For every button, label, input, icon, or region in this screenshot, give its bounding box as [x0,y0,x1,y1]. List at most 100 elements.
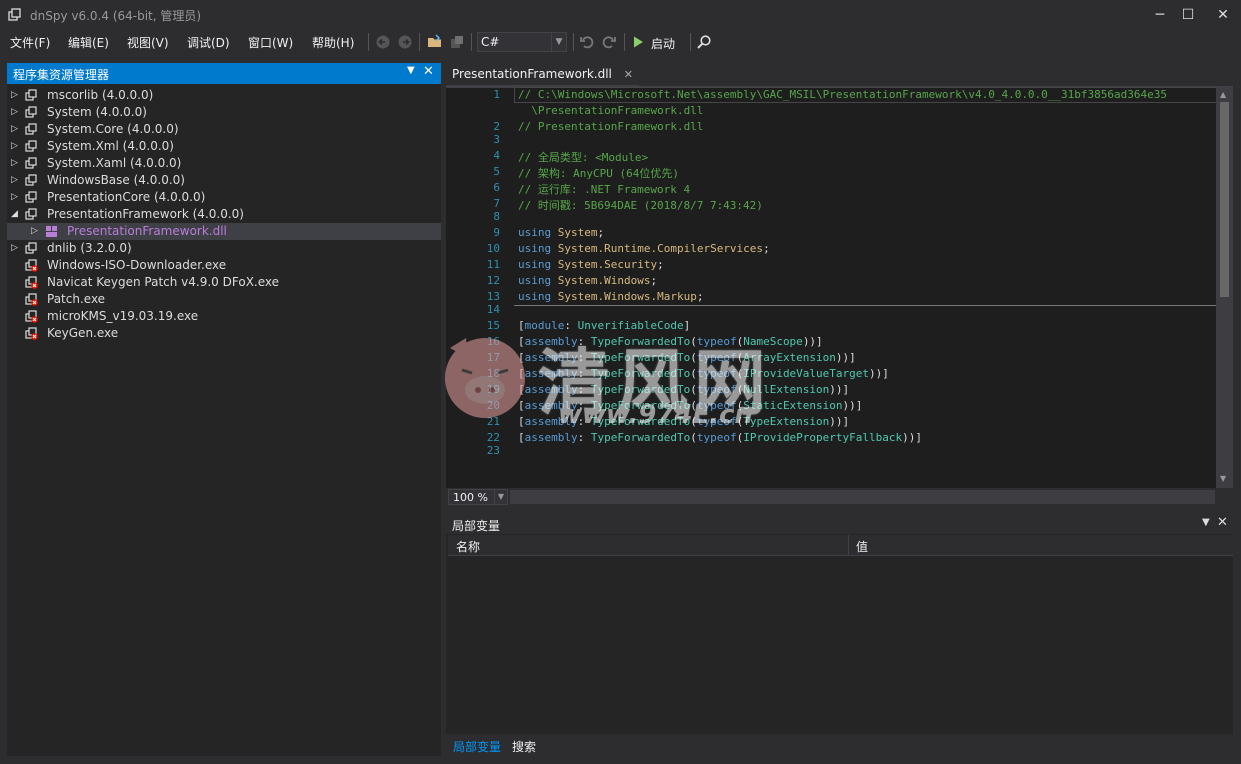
tree-item-microkms-v19-03-19-exe[interactable]: microKMS_v19.03.19.exe [7,308,441,325]
code-line-11: using System.Security; [518,258,664,271]
menu-view[interactable]: 视图(V) [127,34,169,51]
open-folder-icon[interactable] [427,34,443,50]
tree-item-system-xml[interactable]: ▷ System.Xml (4.0.0.0) [7,138,441,155]
expand-arrow-icon[interactable]: ▷ [11,89,21,101]
tree-item-presentationcore[interactable]: ▷ PresentationCore (4.0.0.0) [7,189,441,206]
expand-arrow-icon[interactable]: ▷ [11,157,21,169]
tree-item-system-xaml[interactable]: ▷ System.Xaml (4.0.0.0) [7,155,441,172]
toolbar-separator [624,33,625,51]
chevron-down-icon[interactable]: ▼ [494,490,507,504]
column-divider[interactable] [848,535,849,555]
maximize-button[interactable]: ☐ [1171,0,1205,30]
line-number: 11 [486,258,500,271]
menu-window[interactable]: 窗口(W) [248,34,293,51]
tab-locals[interactable]: 局部变量 [453,738,501,755]
assembly-icon [25,106,37,118]
assembly-icon [25,208,37,220]
code-line-16: [assembly: TypeForwardedTo(typeof(NameSc… [518,335,823,348]
tree-item-keygen-exe[interactable]: KeyGen.exe [7,325,441,342]
toolbar-separator [471,33,472,51]
tree-item-mscorlib[interactable]: ▷ mscorlib (4.0.0.0) [7,87,441,104]
tree-item-dnlib[interactable]: ▷ dnlib (3.2.0.0) [7,240,441,257]
tree-item-version: (4.0.0.0) [192,207,244,221]
window-title: dnSpy v6.0.4 (64-bit, 管理员) [30,9,202,23]
column-header-name[interactable]: 名称 [456,538,480,555]
tree-item-patch-exe[interactable]: Patch.exe [7,291,441,308]
exe-assembly-icon [25,276,38,289]
scroll-up-icon[interactable]: ▲ [1220,90,1226,99]
assembly-icon [25,123,37,135]
vertical-scrollbar[interactable]: ▲ ▼ [1216,88,1233,488]
tree-item-version: (4.0.0.0) [95,105,147,119]
line-number: 8 [493,210,500,223]
tree-item-windowsbase[interactable]: ▷ WindowsBase (4.0.0.0) [7,172,441,189]
tree-item-presentationframework[interactable]: ◢ PresentationFramework (4.0.0.0) [7,206,441,223]
chevron-down-icon[interactable]: ▼ [551,33,566,51]
line-number: 9 [493,226,500,239]
dropdown-icon[interactable]: ▼ [407,65,415,76]
language-select-value: C# [481,35,500,49]
close-icon[interactable]: ✕ [423,64,434,79]
code-line-15: [module: UnverifiableCode] [518,319,691,332]
locals-column-headers: 名称 值 [448,535,1233,556]
navigate-back-icon[interactable] [375,34,391,50]
column-header-value[interactable]: 值 [856,538,868,555]
line-number: 3 [493,133,500,146]
code-line-4: // 全局类型: <Module> [518,151,649,164]
search-icon[interactable] [696,34,712,50]
undo-icon[interactable] [579,34,595,50]
code-editor[interactable]: 1 2 3 4 5 6 7 8 9 10 11 12 13 14 15 16 17 18 19 20 21 22 23 //… [446,86,1233,488]
tree-item-system-core[interactable]: ▷ System.Core (4.0.0.0) [7,121,441,138]
menu-file[interactable]: 文件(F) [10,34,50,51]
start-debug-button[interactable]: 启动 [631,33,687,51]
line-number: 20 [486,399,500,412]
zoom-select[interactable]: 100 % ▼ [448,489,508,505]
document-tab-bar: PresentationFramework.dll ✕ [446,63,1241,87]
line-number: 13 [486,290,500,303]
code-line-17: [assembly: TypeForwardedTo(typeof(ArrayE… [518,351,856,364]
tree-item-navicat-keygen-patch-v4-9-0-dfox-exe[interactable]: Navicat Keygen Patch v4.9.0 DFoX.exe [7,274,441,291]
close-icon[interactable]: ✕ [1217,515,1228,530]
expand-arrow-icon[interactable]: ▷ [11,174,21,186]
code-line-18: [assembly: TypeForwardedTo(typeof(IProvi… [518,367,889,380]
expand-arrow-icon[interactable]: ▷ [11,106,21,118]
language-select[interactable]: C# ▼ [477,32,567,52]
expand-arrow-icon[interactable]: ▷ [11,123,21,135]
expand-arrow-icon[interactable]: ▷ [11,242,21,254]
horizontal-scrollbar[interactable] [510,490,1215,504]
menu-help[interactable]: 帮助(H) [312,34,354,51]
navigate-forward-icon[interactable] [397,34,413,50]
tree-item-system[interactable]: ▷ System (4.0.0.0) [7,104,441,121]
tab-search[interactable]: 搜索 [512,738,536,755]
title-bar: dnSpy v6.0.4 (64-bit, 管理员) ─ ☐ ✕ [0,0,1241,30]
line-number: 23 [486,444,500,457]
exe-assembly-icon [25,327,38,340]
tab-presentationframework[interactable]: PresentationFramework.dll ✕ [446,63,639,87]
tree-item-name: Windows-ISO-Downloader.exe [47,258,227,272]
scrollbar-thumb[interactable] [1220,102,1229,297]
tree-item-presentationframework-dll[interactable]: ▷ PresentationFramework.dll [7,223,441,240]
expand-arrow-icon[interactable]: ▷ [31,225,41,237]
tree-item-version: (4.0.0.0) [133,173,185,187]
tree-item-version: (3.2.0.0) [80,241,132,255]
expand-arrow-icon[interactable]: ▷ [11,191,21,203]
open-list-icon[interactable] [449,34,465,50]
expand-arrow-icon[interactable]: ▷ [11,140,21,152]
close-button[interactable]: ✕ [1206,0,1240,30]
tree-item-name: dnlib [47,241,77,255]
code-line-6: // 运行库: .NET Framework 4 [518,183,691,196]
line-number: 17 [486,351,500,364]
dropdown-icon[interactable]: ▼ [1202,517,1210,528]
tree-item-windows-iso-downloader-exe[interactable]: Windows-ISO-Downloader.exe [7,257,441,274]
redo-icon[interactable] [601,34,617,50]
menu-edit[interactable]: 编辑(E) [68,34,109,51]
editor-status-bar: 100 % ▼ [446,488,1233,506]
tree-item-name: KeyGen.exe [47,326,119,340]
collapse-arrow-icon[interactable]: ◢ [11,208,21,220]
menu-debug[interactable]: 调试(D) [187,34,230,51]
close-icon[interactable]: ✕ [624,68,633,81]
line-number: 5 [493,165,500,178]
start-debug-label: 启动 [651,37,676,51]
line-number: 7 [493,197,500,210]
scroll-down-icon[interactable]: ▼ [1220,474,1226,483]
